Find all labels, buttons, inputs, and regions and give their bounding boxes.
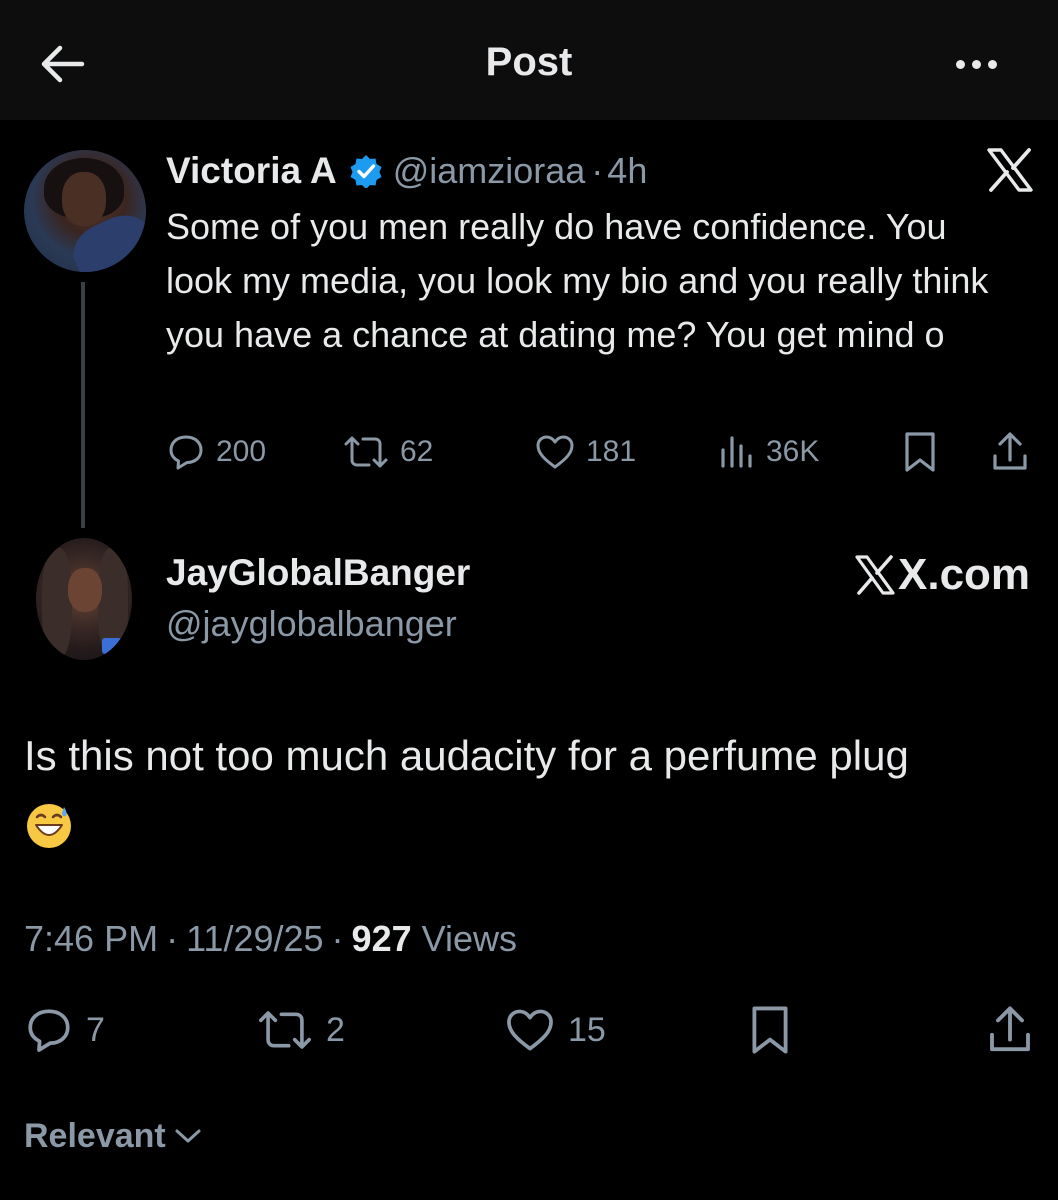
views-count: 36K — [766, 435, 820, 468]
repost-icon — [259, 1011, 311, 1049]
grinning-face-with-sweat-emoji-icon — [27, 803, 71, 848]
reply-button[interactable]: 200 — [166, 428, 266, 476]
like-button[interactable]: 15 — [504, 1002, 606, 1058]
share-button[interactable] — [990, 428, 1030, 476]
views-label: Views — [421, 918, 518, 959]
views-button[interactable]: 36K — [718, 428, 819, 476]
share-button[interactable] — [986, 1002, 1034, 1058]
post-text: Is this not too much audacity for a perf… — [24, 724, 1034, 852]
avatar-jayglobalbanger[interactable] — [36, 538, 132, 660]
author-name[interactable]: Victoria A — [166, 150, 337, 192]
reply-icon — [169, 435, 203, 470]
x-logo-icon — [987, 148, 1033, 192]
repost-button[interactable]: 2 — [256, 1002, 345, 1058]
reply-sort-dropdown[interactable]: Relevant — [24, 1114, 202, 1158]
post-actions: 7 2 15 — [24, 1002, 1034, 1058]
repost-count: 2 — [326, 1010, 345, 1049]
share-icon — [990, 1006, 1030, 1052]
like-count: 15 — [568, 1010, 606, 1049]
bookmark-button[interactable] — [746, 1002, 794, 1058]
thread-connector-line — [81, 282, 85, 528]
repost-button[interactable]: 62 — [342, 428, 433, 476]
verified-badge-icon — [350, 155, 382, 188]
post-time[interactable]: 7:46 PM — [24, 918, 158, 960]
page-title: Post — [485, 40, 573, 84]
sort-label: Relevant — [24, 1116, 166, 1155]
post-timestamp-row: 7:46 PM · 11/29/25 · 927 Views — [24, 918, 518, 960]
bookmark-button[interactable] — [900, 428, 940, 476]
quoted-post-actions: 200 62 181 36K — [166, 428, 1036, 476]
heart-icon — [536, 435, 574, 469]
heart-icon — [507, 1009, 553, 1051]
chevron-down-icon — [175, 1129, 201, 1143]
bookmark-icon — [905, 432, 935, 472]
quoted-post-header: Victoria A @iamzioraa · 4h — [166, 148, 647, 194]
like-count: 181 — [586, 435, 637, 468]
views-chart-icon — [721, 436, 752, 468]
watermark-text: X.com — [898, 550, 1031, 599]
reply-count: 200 — [216, 435, 267, 468]
post-time: 4h — [607, 150, 648, 191]
author-name[interactable]: JayGlobalBanger — [166, 552, 470, 594]
repost-icon — [344, 436, 388, 468]
quoted-post-text: Some of you men really do have confidenc… — [166, 206, 989, 355]
avatar-victoria[interactable] — [24, 150, 146, 272]
x-com-watermark: X.com — [854, 550, 1030, 600]
top-bar: Post — [0, 0, 1058, 120]
reply-button[interactable]: 7 — [24, 1002, 105, 1058]
bookmark-icon — [752, 1006, 788, 1054]
separator-dot: · — [591, 150, 604, 191]
views-count: 927 — [351, 918, 412, 959]
post-date[interactable]: 11/29/25 — [186, 918, 323, 960]
share-icon — [993, 432, 1027, 470]
more-options-button[interactable] — [944, 44, 1008, 84]
like-button[interactable]: 181 — [534, 428, 636, 476]
reply-icon — [28, 1009, 70, 1052]
author-handle[interactable]: @jayglobalbanger — [166, 603, 457, 645]
reply-count: 7 — [86, 1010, 105, 1049]
x-logo-icon — [855, 555, 895, 595]
repost-count: 62 — [400, 435, 434, 468]
more-horizontal-icon — [955, 59, 965, 69]
author-handle[interactable]: @iamzioraa — [393, 150, 586, 192]
